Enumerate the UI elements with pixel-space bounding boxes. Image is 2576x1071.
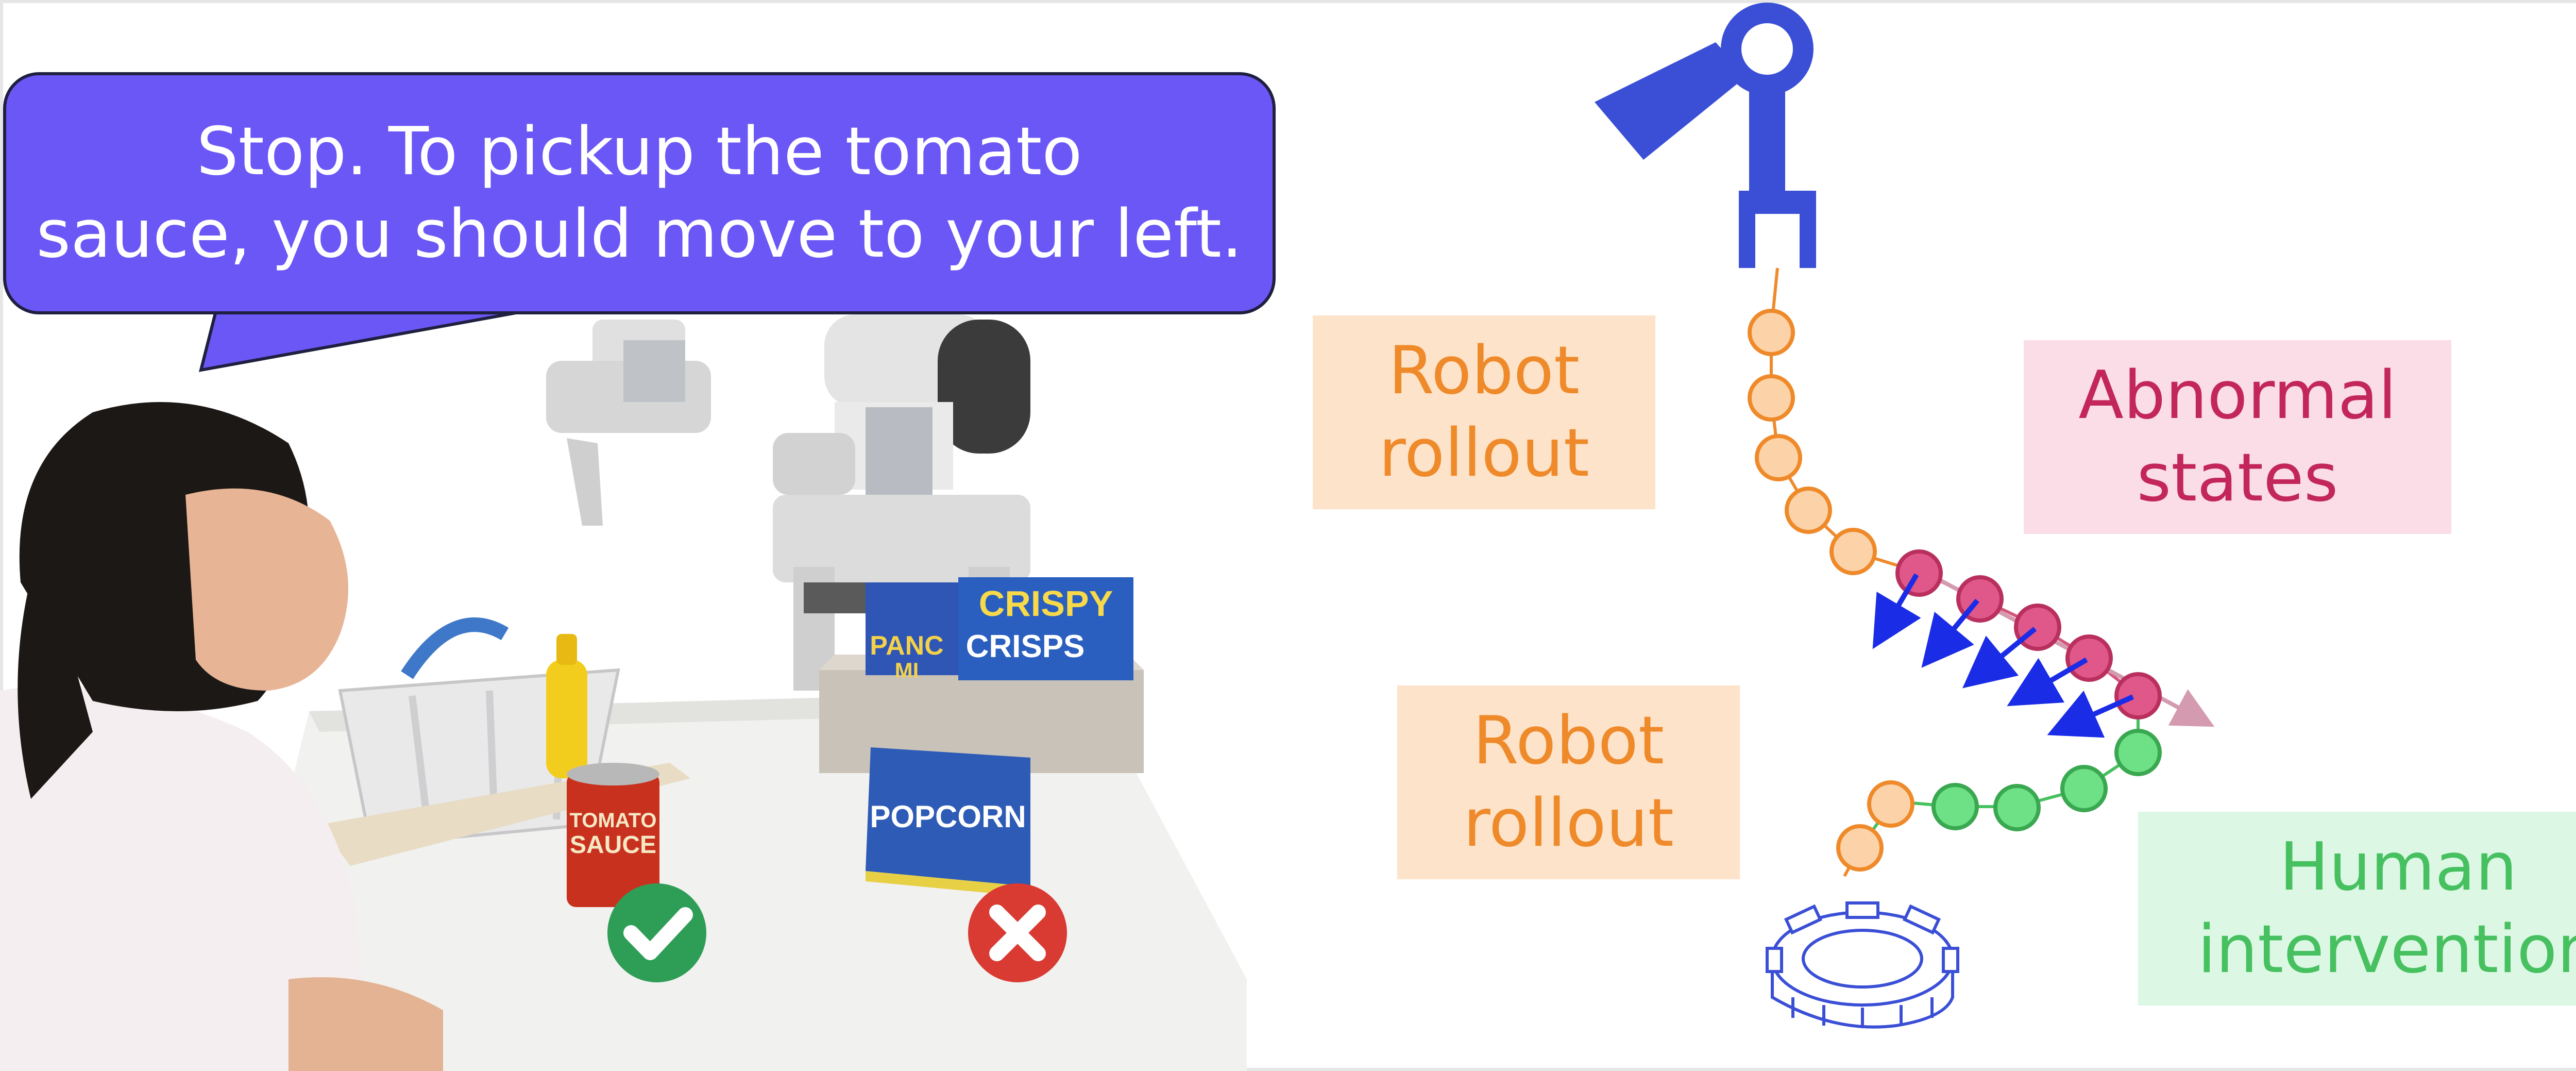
rollout-node (1867, 780, 1914, 828)
abnormal-node (2114, 672, 2162, 719)
intervention-node (2060, 765, 2108, 812)
label-line: Robot (1388, 332, 1580, 409)
label-line: Human (2279, 829, 2517, 906)
label-line: states (2137, 440, 2338, 516)
abnormal-node (1895, 549, 1943, 597)
robot-rollout-label-top: Robot rollout (1313, 315, 1655, 509)
correction-arrow (1962, 627, 2037, 689)
rollout-node (1785, 487, 1832, 534)
rollout-node (1748, 309, 1795, 356)
human-intervention-label: Human intervention (2138, 812, 2576, 1006)
rollout-node (1755, 434, 1802, 481)
intervention-node (2114, 729, 2162, 776)
intervention-node (1993, 784, 2041, 831)
label-line: rollout (1379, 415, 1589, 492)
intervention-nodes (1931, 729, 2162, 831)
intervention-node (1931, 783, 1979, 830)
robot-gripper-icon (1595, 3, 1816, 268)
rollout-node (1829, 528, 1877, 575)
correction-arrow (1921, 598, 1979, 668)
rollout-nodes (1748, 309, 1914, 872)
abnormal-states-label: Abnormal states (2024, 340, 2451, 534)
rollout-node (1748, 374, 1795, 422)
label-line: intervention (2197, 911, 2576, 988)
gear-icon (1766, 901, 1959, 1029)
label-line: Abnormal (2078, 357, 2397, 434)
label-line: rollout (1463, 785, 1674, 862)
rollout-node (1836, 824, 1884, 872)
robot-rollout-label-bottom: Robot rollout (1397, 685, 1740, 879)
abnormal-node (2065, 634, 2113, 682)
label-line: Robot (1472, 702, 1665, 779)
